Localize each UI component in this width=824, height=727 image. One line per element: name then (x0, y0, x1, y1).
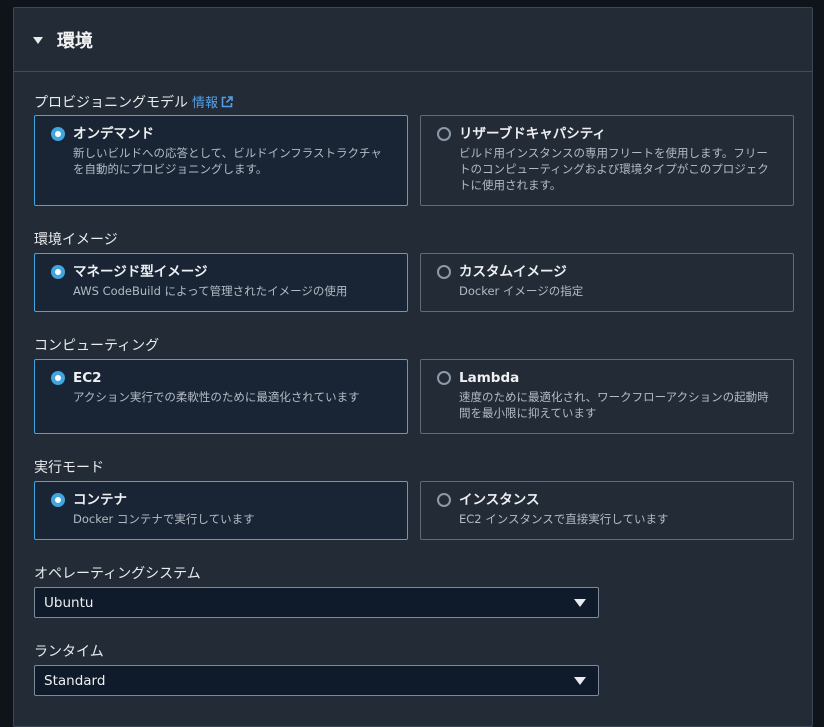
image-label: 環境イメージ (34, 232, 118, 248)
tile-description: AWS CodeBuild によって管理されたイメージの使用 (73, 284, 348, 298)
external-link-icon[interactable] (221, 96, 233, 108)
environment-panel: 環境 プロビジョニングモデル 情報 オンデマンド 新しいビルドへの応答として、ビル… (13, 7, 813, 727)
tile-ec2[interactable]: EC2 アクション実行での柔軟性のために最適化されています (34, 359, 408, 434)
tile-description: EC2 インスタンスで直接実行しています (459, 512, 669, 526)
tile-title: Lambda (459, 370, 520, 386)
tile-description: ビルド用インスタンスの専用フリートを使用します。フリートのコンピューティングおよ… (459, 146, 769, 192)
section-header[interactable]: 環境 (14, 8, 812, 72)
tile-title: カスタムイメージ (459, 264, 567, 280)
radio-ec2[interactable] (51, 371, 65, 385)
tile-container[interactable]: コンテナ Docker コンテナで実行しています (34, 481, 408, 540)
runtime-label: ランタイム (34, 644, 104, 660)
provisioning-label: プロビジョニングモデル 情報 (34, 92, 233, 112)
tile-title: コンテナ (73, 492, 127, 508)
tile-description: 新しいビルドへの応答として、ビルドインフラストラクチャを自動的にプロビジョニング… (73, 146, 382, 176)
tile-custom-image[interactable]: カスタムイメージ Docker イメージの指定 (420, 253, 794, 312)
tile-managed-image[interactable]: マネージド型イメージ AWS CodeBuild によって管理されたイメージの使… (34, 253, 408, 312)
tile-description: アクション実行での柔軟性のために最適化されています (73, 390, 360, 404)
tile-title: EC2 (73, 370, 102, 386)
provisioning-label-text: プロビジョニングモデル (34, 95, 188, 111)
radio-reserved-capacity[interactable] (437, 127, 451, 141)
tile-lambda[interactable]: Lambda 速度のために最適化され、ワークフローアクションの起動時間を最小限に… (420, 359, 794, 434)
runtime-select[interactable]: Standard (34, 665, 599, 696)
radio-instance[interactable] (437, 493, 451, 507)
tile-on-demand[interactable]: オンデマンド 新しいビルドへの応答として、ビルドインフラストラクチャを自動的にプ… (34, 115, 408, 206)
tile-title: インスタンス (459, 492, 540, 508)
compute-label: コンピューティング (34, 338, 160, 354)
os-label: オペレーティングシステム (34, 566, 201, 582)
tile-description: Docker コンテナで実行しています (73, 512, 255, 526)
tile-description: Docker イメージの指定 (459, 284, 584, 298)
tile-instance[interactable]: インスタンス EC2 インスタンスで直接実行しています (420, 481, 794, 540)
runtime-select-value: Standard (44, 672, 106, 689)
tile-reserved-capacity[interactable]: リザーブドキャパシティ ビルド用インスタンスの専用フリートを使用します。フリート… (420, 115, 794, 206)
radio-lambda[interactable] (437, 371, 451, 385)
tile-title: リザーブドキャパシティ (459, 126, 606, 142)
tile-title: マネージド型イメージ (73, 264, 208, 280)
os-select-value: Ubuntu (44, 594, 94, 611)
radio-container[interactable] (51, 493, 65, 507)
chevron-down-icon[interactable] (574, 599, 586, 607)
tile-description: 速度のために最適化され、ワークフローアクションの起動時間を最小限に抑えています (459, 390, 769, 420)
section-title: 環境 (57, 30, 93, 52)
tile-title: オンデマンド (73, 126, 154, 142)
radio-custom-image[interactable] (437, 265, 451, 279)
os-select[interactable]: Ubuntu (34, 587, 599, 618)
run-mode-label: 実行モード (34, 460, 104, 476)
caret-down-icon[interactable] (33, 36, 43, 44)
radio-on-demand[interactable] (51, 127, 65, 141)
chevron-down-icon[interactable] (574, 677, 586, 685)
info-link[interactable]: 情報 (192, 96, 218, 111)
radio-managed-image[interactable] (51, 265, 65, 279)
